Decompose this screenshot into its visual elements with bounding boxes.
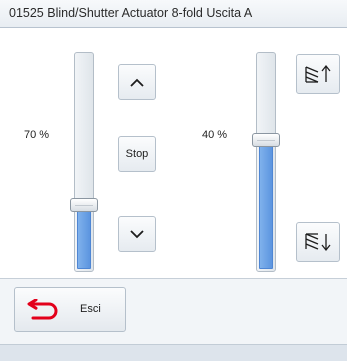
title-bar: 01525 Blind/Shutter Actuator 8-fold Usci… (0, 0, 347, 28)
status-bar (0, 344, 347, 361)
exit-button[interactable]: Esci (14, 287, 126, 332)
tilt-up-button[interactable] (296, 54, 340, 94)
chevron-down-icon (130, 229, 144, 238)
left-percent-label: 70 % (24, 129, 50, 141)
actuator-window: 01525 Blind/Shutter Actuator 8-fold Usci… (0, 0, 347, 361)
slat-tilt-down-icon (305, 233, 331, 252)
tilt-down-button[interactable] (296, 222, 340, 262)
left-up-button[interactable] (118, 64, 156, 100)
slat-tilt-up-icon (305, 64, 331, 83)
window-title: 01525 Blind/Shutter Actuator 8-fold Usci… (9, 6, 253, 20)
left-down-button[interactable] (118, 216, 156, 252)
stop-button[interactable]: Stop (118, 136, 156, 172)
left-slider-thumb[interactable] (70, 198, 98, 212)
right-tilt-slider[interactable] (256, 52, 276, 272)
exit-button-label: Esci (80, 303, 101, 315)
left-slider-fill (77, 204, 91, 269)
stop-button-label: Stop (125, 148, 149, 160)
right-slider-fill (259, 139, 273, 269)
control-panel: 70 % Stop 40 % (0, 28, 347, 278)
chevron-up-icon (130, 78, 144, 87)
undo-arrow-icon (27, 299, 58, 320)
left-position-slider[interactable] (74, 52, 94, 272)
right-percent-label: 40 % (202, 129, 228, 141)
right-slider-thumb[interactable] (252, 133, 280, 147)
